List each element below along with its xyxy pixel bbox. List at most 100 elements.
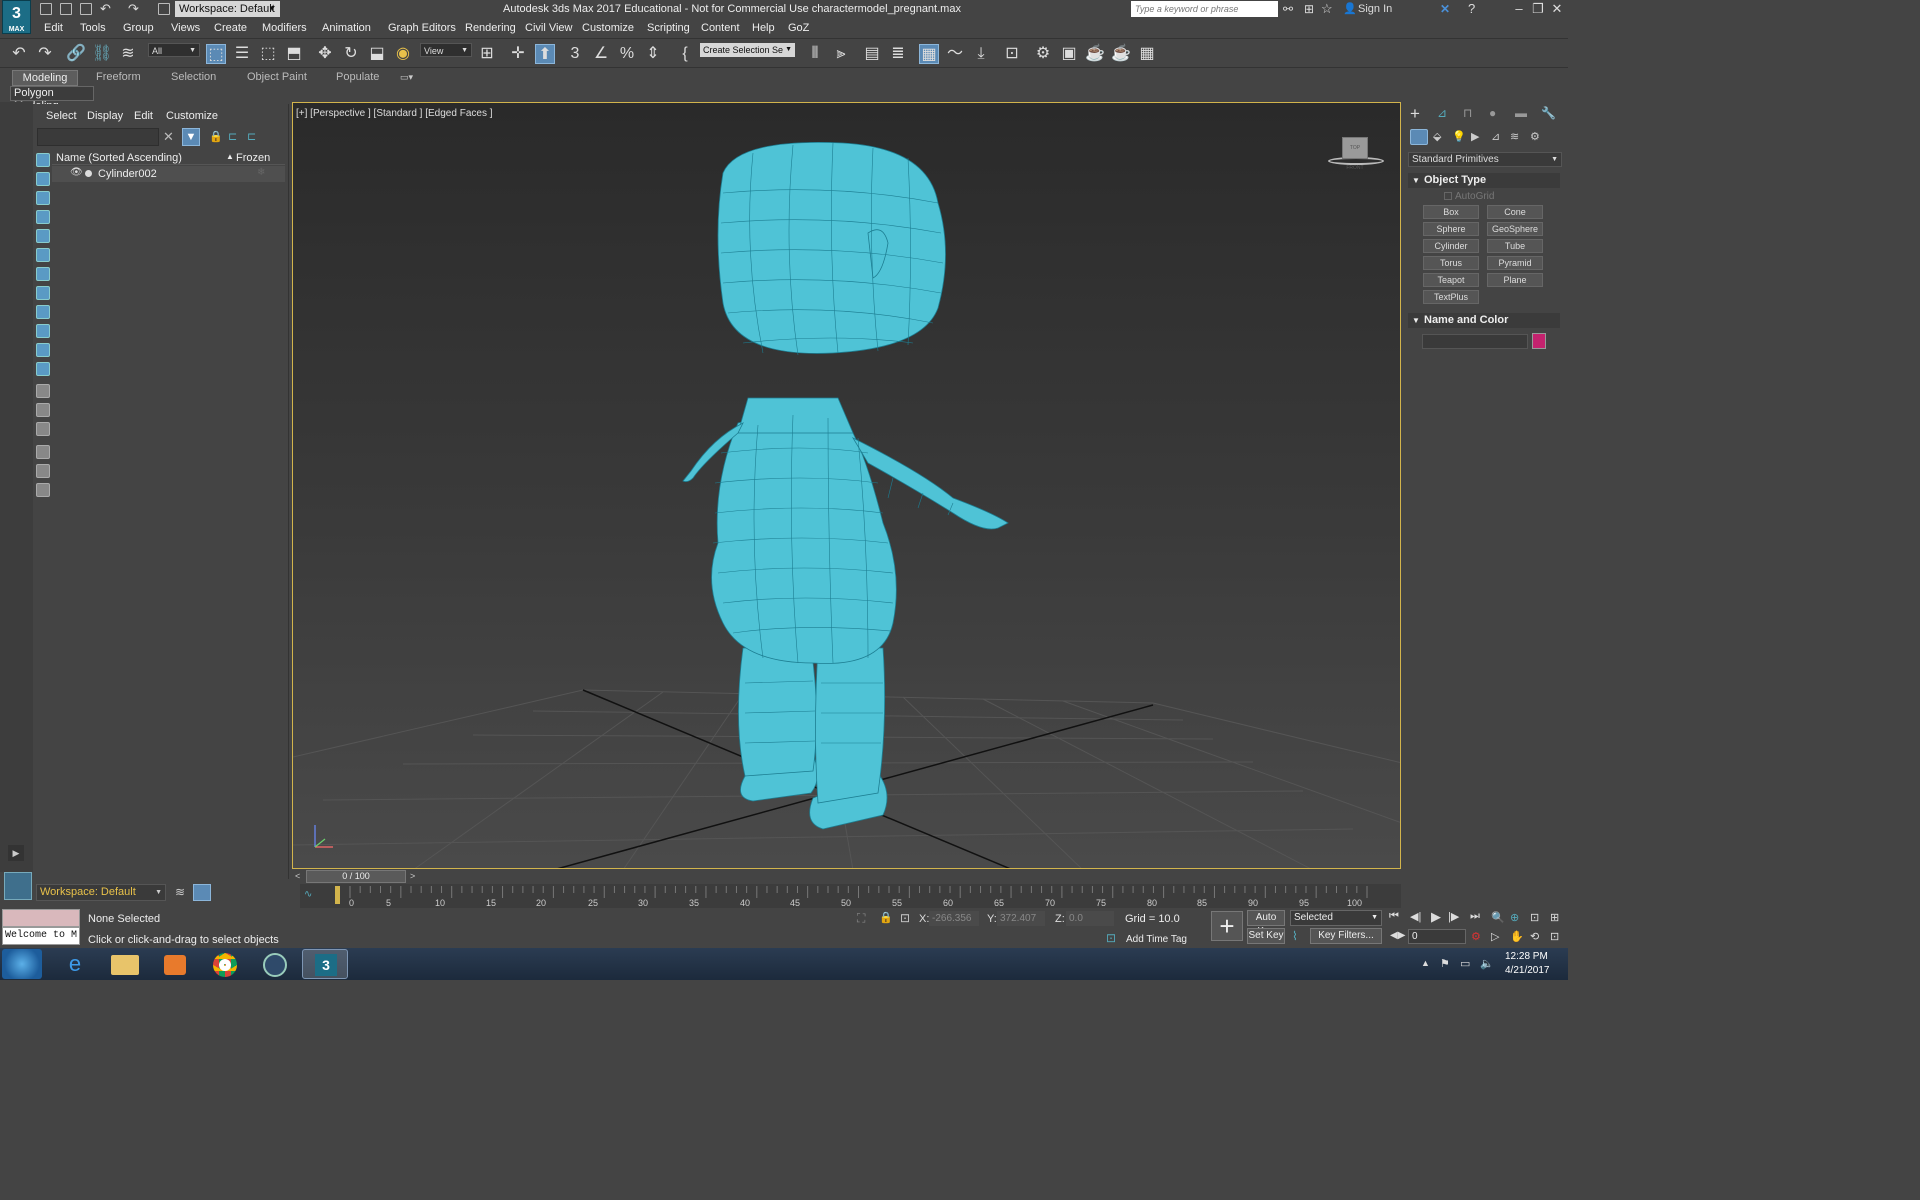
window-crossing-icon[interactable]: ⬒ <box>284 44 304 64</box>
open-file-icon[interactable] <box>60 3 72 15</box>
se-menu-customize[interactable]: Customize <box>166 110 218 122</box>
start-button[interactable] <box>2 949 42 979</box>
menu-group[interactable]: Group <box>123 22 154 34</box>
redo-icon[interactable]: ↷ <box>35 44 55 64</box>
display-lights-icon[interactable] <box>36 191 50 205</box>
scene-row[interactable]: 👁 Cylinder002 ❄ <box>52 166 285 182</box>
layer-explorer-icon[interactable]: ≣ <box>888 44 908 64</box>
render-production-icon[interactable]: ☕ <box>1085 44 1105 64</box>
menu-graph-editors[interactable]: Graph Editors <box>388 22 456 34</box>
project-folder-icon[interactable] <box>158 3 170 15</box>
rectangle-selection-icon[interactable]: ⬚ <box>258 44 278 64</box>
current-frame-field[interactable]: 0 <box>1408 929 1466 944</box>
autogrid-checkbox[interactable] <box>1444 192 1452 200</box>
hierarchy-icon[interactable]: ⊏ <box>228 130 237 143</box>
menu-customize[interactable]: Customize <box>582 22 634 34</box>
maximize-button[interactable]: ❐ <box>1528 1 1548 17</box>
expand-arrow-icon[interactable]: ▶ <box>8 845 24 861</box>
tab-selection[interactable]: Selection <box>171 71 216 83</box>
ribbon-options-icon[interactable]: ▭▾ <box>400 72 413 83</box>
bind-space-warp-icon[interactable]: ≋ <box>118 44 138 64</box>
lock-icon[interactable]: 🔒 <box>209 130 223 143</box>
teapot-button[interactable]: Teapot <box>1423 273 1479 287</box>
display-geometry-icon[interactable] <box>36 153 50 167</box>
display-frozen-icon[interactable] <box>36 343 50 357</box>
column-frozen[interactable]: Frozen <box>236 152 270 164</box>
maximize-viewport-icon[interactable]: ⊡ <box>1550 930 1559 943</box>
clear-search-icon[interactable]: ✕ <box>163 129 174 145</box>
se-menu-select[interactable]: Select <box>46 110 77 122</box>
geosphere-button[interactable]: GeoSphere <box>1487 222 1543 236</box>
redo-icon[interactable]: ↷ <box>128 1 139 17</box>
sphere-button[interactable]: Sphere <box>1423 222 1479 236</box>
zoom-icon[interactable]: 🔍 <box>1491 911 1505 924</box>
motion-tab-icon[interactable]: ● <box>1489 106 1496 120</box>
visibility-eye-icon[interactable]: 👁 <box>70 167 83 178</box>
scene-search-input[interactable] <box>37 128 159 146</box>
selection-set-icon[interactable] <box>36 483 50 497</box>
chrome-icon[interactable] <box>202 949 248 979</box>
frozen-snowflake-icon[interactable]: ❄ <box>257 167 265 178</box>
menu-views[interactable]: Views <box>171 22 200 34</box>
object-name[interactable]: Cylinder002 <box>98 168 157 180</box>
hierarchy-tab-icon[interactable]: ⊓ <box>1463 106 1472 120</box>
app-logo-button[interactable]: 3 MAX <box>2 0 31 34</box>
track-bar[interactable]: ∿ 0 5 10 15 20 25 30 35 40 45 50 55 60 6… <box>300 884 1401 908</box>
undo-icon[interactable]: ↶ <box>9 44 29 64</box>
placement-icon[interactable]: ◉ <box>393 44 413 64</box>
link-icon[interactable]: 🔗 <box>66 44 86 64</box>
display-groups-icon[interactable] <box>36 267 50 281</box>
tray-volume-icon[interactable]: 🔈 <box>1480 957 1494 970</box>
primitive-category-dropdown[interactable]: Standard Primitives ▼ <box>1408 152 1562 167</box>
time-tag-icon[interactable]: ⊡ <box>1106 931 1116 945</box>
pivot-center-icon[interactable]: ⊞ <box>477 44 497 64</box>
menu-help[interactable]: Help <box>752 22 775 34</box>
polygon-modeling-panel[interactable]: Polygon Modeling <box>10 86 94 112</box>
torus-button[interactable]: Torus <box>1423 256 1479 270</box>
create-tab-icon[interactable]: + <box>1410 104 1420 124</box>
menu-content[interactable]: Content <box>701 22 740 34</box>
clock-date[interactable]: 4/21/2017 <box>1505 965 1550 976</box>
perspective-viewport[interactable]: TOP FRONT <box>292 102 1401 869</box>
selection-lock-icon[interactable]: 🔒 <box>879 911 893 924</box>
file-explorer-icon[interactable] <box>102 949 148 979</box>
schematic-view-icon[interactable]: ⤓ <box>971 44 991 64</box>
menu-civil-view[interactable]: Civil View <box>525 22 572 34</box>
layer-icon[interactable]: ⊏ <box>247 130 256 143</box>
previous-frame-icon[interactable]: ◀︎| <box>1410 910 1421 923</box>
select-object-icon[interactable]: ⬚ <box>206 44 226 64</box>
object-name-input[interactable] <box>1422 334 1528 349</box>
undo-icon[interactable]: ↶ <box>100 1 111 17</box>
reference-coord-dropdown[interactable]: View ▼ <box>420 43 472 57</box>
set-key-plus-icon[interactable]: + <box>1211 911 1243 941</box>
keyboard-shortcut-override-icon[interactable]: ⬆ <box>535 44 555 64</box>
go-to-end-icon[interactable]: ⏭ <box>1470 910 1480 923</box>
textplus-button[interactable]: TextPlus <box>1423 290 1479 304</box>
select-by-name-icon[interactable]: ☰ <box>232 44 252 64</box>
rotate-icon[interactable]: ↻ <box>341 44 361 64</box>
systems-category-icon[interactable]: ⚙ <box>1530 130 1540 143</box>
close-button[interactable]: ✕ <box>1547 1 1567 17</box>
render-iterative-icon[interactable]: ☕ <box>1111 44 1131 64</box>
zoom-extents-icon[interactable]: ⊡ <box>1530 911 1539 924</box>
menu-scripting[interactable]: Scripting <box>647 22 690 34</box>
layers-stack-icon[interactable]: ≋ <box>175 885 185 899</box>
3dsmax-taskbar-icon[interactable]: 3 <box>302 949 348 979</box>
time-config-icon[interactable]: ⚙ <box>1471 930 1481 943</box>
tube-button[interactable]: Tube <box>1487 239 1543 253</box>
tab-modeling[interactable]: Modeling <box>12 70 78 86</box>
display-all-icon[interactable] <box>36 384 50 398</box>
menu-create[interactable]: Create <box>214 22 247 34</box>
workspace-dropdown[interactable]: Workspace: Default ▼ <box>175 1 280 17</box>
cameras-category-icon[interactable]: ▶ <box>1471 130 1479 143</box>
filter-funnel-icon[interactable] <box>36 464 50 478</box>
display-cameras-icon[interactable] <box>36 210 50 224</box>
prev-frame-arrow[interactable]: < <box>295 871 300 881</box>
shapes-category-icon[interactable]: ⬙ <box>1433 130 1441 143</box>
viewport-label-menu[interactable]: [+] [Perspective ] [Standard ] [Edged Fa… <box>296 108 493 119</box>
go-to-start-icon[interactable]: ⏮ <box>1389 910 1399 923</box>
display-invert-icon[interactable] <box>36 422 50 436</box>
name-and-color-rollout[interactable]: ▼ Name and Color <box>1408 313 1560 328</box>
display-bones-icon[interactable] <box>36 305 50 319</box>
tray-expand-icon[interactable]: ▲ <box>1421 958 1430 968</box>
